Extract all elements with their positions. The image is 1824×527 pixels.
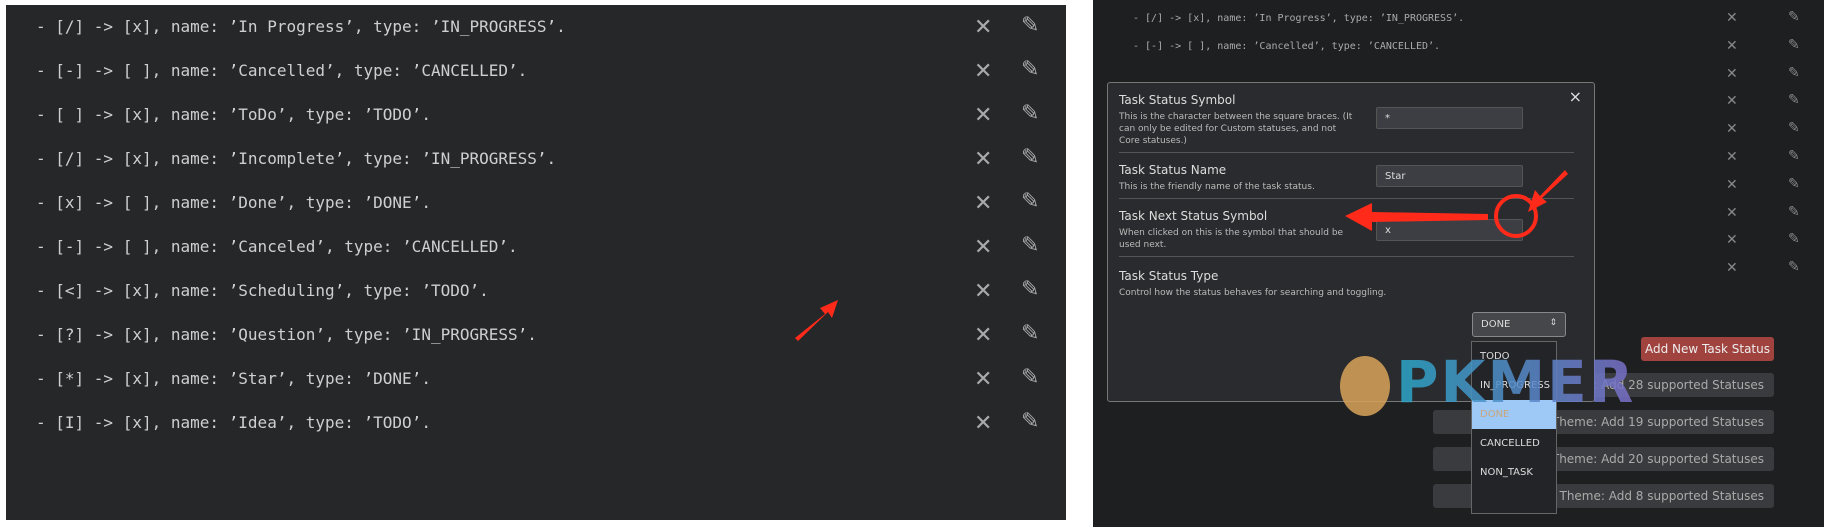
arrow-left-panel (795, 300, 838, 341)
arrow-to-modal (1345, 203, 1488, 231)
annotation-arrows (795, 170, 1568, 341)
highlight-circle (1494, 194, 1538, 238)
